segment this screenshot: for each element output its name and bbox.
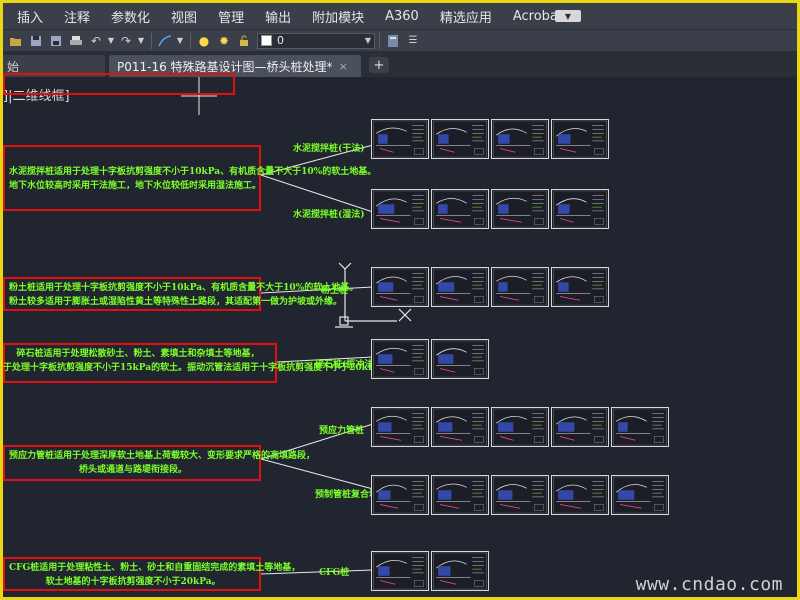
row-label-wet-mixing: 水泥搅拌桩(湿法) (293, 210, 365, 220)
menu-insert[interactable]: 插入 (17, 7, 43, 26)
redo-icon[interactable]: ↷ (117, 32, 135, 50)
toolbar-divider (151, 32, 152, 49)
note-box-top (3, 73, 235, 95)
layer-thaw-sun-icon[interactable]: ✹ (215, 32, 233, 50)
drawing-sheet-thumbnail[interactable] (371, 267, 429, 307)
save-as-icon[interactable] (47, 32, 65, 50)
close-icon[interactable]: × (339, 60, 348, 73)
drawing-sheet-thumbnail[interactable] (371, 407, 429, 447)
note-text-cfg-pile: CFG桩适用于处理粘性土、粉土、砂土和自重固结完成的素填土等地基， 软土地基的十… (9, 563, 301, 587)
undo-icon[interactable]: ↶ (87, 32, 105, 50)
save-icon[interactable] (27, 32, 45, 50)
drawing-sheet-thumbnail[interactable] (371, 119, 429, 159)
row-label-gravel-pile: 碎石桩(振冲法) (315, 360, 378, 370)
menu-view[interactable]: 视图 (171, 7, 197, 26)
menu-manage[interactable]: 管理 (218, 7, 244, 26)
drawing-sheet-thumbnail[interactable] (431, 407, 489, 447)
menu-parametric[interactable]: 参数化 (111, 7, 150, 26)
drawing-canvas[interactable]: ]|二维线框] 水泥搅拌桩适用于处理十字板抗剪强度不小于10kPa、有机质含量不… (3, 73, 797, 597)
drawing-sheet-thumbnail[interactable] (491, 119, 549, 159)
customize-toolbar-dropdown-icon[interactable]: ☰ (404, 32, 422, 50)
drawing-sheet-thumbnail[interactable] (431, 119, 489, 159)
note-text-mixing-pile: 水泥搅拌桩适用于处理十字板抗剪强度不小于10kPa、有机质含量不大于10%的软土… (9, 167, 377, 191)
note-text-gravel-pile: 碎石桩适用于处理松散砂土、粉土、素填土和杂填土等地基， 于处理十字板抗剪强度不小… (3, 349, 417, 373)
row-label-soil-pile: 粉土桩 (321, 286, 349, 296)
note-text-pipe-pile: 预应力管桩适用于处理深厚软土地基上荷载较大、变形要求严格的高填路段， 桥头或通道… (9, 451, 316, 475)
row-label-dry-mixing: 水泥搅拌桩(干法) (293, 144, 365, 154)
tab-drawing-label: P011-16 特殊路基设计图—桥头桩处理* (117, 59, 333, 74)
open-folder-icon[interactable] (7, 32, 25, 50)
toolbar-divider (190, 32, 191, 49)
drawing-sheet-thumbnail[interactable] (431, 189, 489, 229)
menu-bar: 插入 注释 参数化 视图 管理 输出 附加模块 A360 精选应用 Acroba… (3, 3, 797, 29)
chevron-down-icon: ▼ (564, 11, 572, 21)
drawing-sheet-thumbnail[interactable] (371, 475, 429, 515)
row-label-pipe-pile: 预应力管桩 (319, 426, 365, 436)
layer-select[interactable]: 0 ▼ (257, 32, 375, 49)
row-label-cfg-pile: CFG桩 (319, 568, 350, 578)
print-icon[interactable] (67, 32, 85, 50)
undo-dropdown-icon[interactable]: ▼ (107, 32, 115, 50)
toolbar-divider (379, 32, 380, 49)
menu-featured-apps[interactable]: 精选应用 (440, 7, 492, 26)
drawing-sheet-thumbnail[interactable] (491, 189, 549, 229)
drawing-sheet-thumbnail[interactable] (491, 267, 549, 307)
plus-icon: + (373, 57, 385, 73)
menu-a360[interactable]: A360 (385, 9, 419, 24)
match-properties-icon[interactable] (156, 32, 174, 50)
new-tab-button[interactable]: + (369, 57, 389, 73)
drawing-sheet-thumbnail[interactable] (551, 189, 609, 229)
layer-color-swatch (261, 35, 272, 46)
drawing-sheet-thumbnail[interactable] (551, 475, 609, 515)
menu-output[interactable]: 输出 (265, 7, 291, 26)
drawing-sheet-thumbnail[interactable] (491, 475, 549, 515)
drawing-sheet-thumbnail[interactable] (371, 339, 429, 379)
properties-dropdown-icon[interactable]: ▼ (176, 32, 184, 50)
drawing-sheet-thumbnail[interactable] (491, 407, 549, 447)
autocad-window: 插入 注释 参数化 视图 管理 输出 附加模块 A360 精选应用 Acroba… (0, 0, 800, 600)
drawing-sheet-thumbnail[interactable] (611, 407, 669, 447)
drawing-sheet-thumbnail[interactable] (431, 267, 489, 307)
layer-on-bulb-icon[interactable]: ● (195, 32, 213, 50)
drawing-sheet-thumbnail[interactable] (611, 475, 669, 515)
drawing-sheet-thumbnail[interactable] (551, 119, 609, 159)
note-text-soil-pile: 粉土桩适用于处理十字板抗剪强度不小于10kPa、有机质含量不大于10%的软土地基… (9, 283, 359, 307)
layer-name: 0 (277, 34, 284, 47)
drawing-sheet-thumbnail[interactable] (551, 407, 609, 447)
drawing-sheet-thumbnail[interactable] (431, 339, 489, 379)
menu-annotate[interactable]: 注释 (64, 7, 90, 26)
drawing-sheet-thumbnail[interactable] (371, 551, 429, 591)
drawing-sheet-thumbnail[interactable] (551, 267, 609, 307)
drawing-sheet-thumbnail[interactable] (431, 551, 489, 591)
layer-unlock-icon[interactable] (235, 32, 253, 50)
drawing-sheet-thumbnail[interactable] (431, 475, 489, 515)
menu-addins[interactable]: 附加模块 (312, 7, 364, 26)
chevron-down-icon: ▼ (364, 36, 371, 45)
watermark: www.cndao.com (635, 574, 783, 595)
ribbon-toggle-button[interactable]: ▼ (555, 10, 581, 22)
layer-properties-icon[interactable] (384, 32, 402, 50)
redo-dropdown-icon[interactable]: ▼ (137, 32, 145, 50)
tab-start-label: 始 (7, 59, 20, 74)
drawing-sheet-thumbnail[interactable] (371, 189, 429, 229)
quick-access-toolbar: ↶ ▼ ↷ ▼ ▼ ● ✹ 0 ▼ ☰ (3, 29, 797, 51)
